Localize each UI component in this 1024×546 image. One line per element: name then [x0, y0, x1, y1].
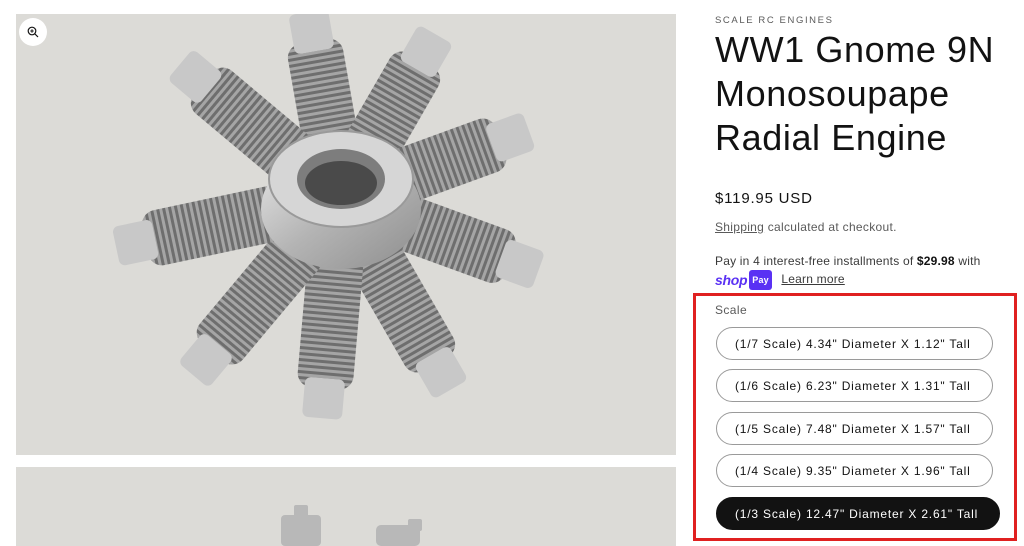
product-image-main[interactable]	[16, 14, 676, 455]
variant-option-1-7[interactable]: (1/7 Scale) 4.34" Diameter X 1.12" Tall	[716, 327, 993, 360]
zoom-button[interactable]	[19, 18, 47, 46]
variant-option-1-3[interactable]: (1/3 Scale) 12.47" Diameter X 2.61" Tall	[716, 497, 1000, 530]
installments-suffix: with	[954, 254, 981, 268]
magnify-plus-icon	[27, 26, 39, 38]
vendor-label: SCALE RC ENGINES	[715, 15, 834, 26]
product-price: $119.95 USD	[715, 190, 813, 207]
product-image-second[interactable]	[16, 467, 676, 546]
shipping-text: calculated at checkout.	[764, 220, 897, 234]
installments-amount: $29.98	[916, 254, 955, 268]
engine-image-partial	[281, 505, 422, 546]
installments-text: Pay in 4 interest-free installments of	[715, 254, 917, 268]
shop-pay-shop-text: shop	[715, 272, 748, 288]
shop-pay-pay-text: Pay	[749, 270, 772, 290]
variant-option-1-5[interactable]: (1/5 Scale) 7.48" Diameter X 1.57" Tall	[716, 412, 993, 445]
variant-option-1-6[interactable]: (1/6 Scale) 6.23" Diameter X 1.31" Tall	[716, 369, 993, 402]
shipping-note: Shipping calculated at checkout.	[715, 220, 897, 234]
variant-option-1-4[interactable]: (1/4 Scale) 9.35" Diameter X 1.96" Tall	[716, 454, 993, 487]
product-title: WW1 Gnome 9N Monosoupape Radial Engine	[715, 29, 995, 158]
variant-label: Scale	[715, 303, 748, 317]
installments-banner: Pay in 4 interest-free installments of $…	[715, 252, 1015, 290]
radial-engine-image	[112, 14, 544, 420]
shop-pay-logo: shop Pay	[715, 270, 772, 290]
product-gallery	[16, 14, 676, 546]
shipping-link[interactable]: Shipping	[715, 220, 764, 234]
learn-more-link[interactable]: Learn more	[781, 272, 844, 286]
